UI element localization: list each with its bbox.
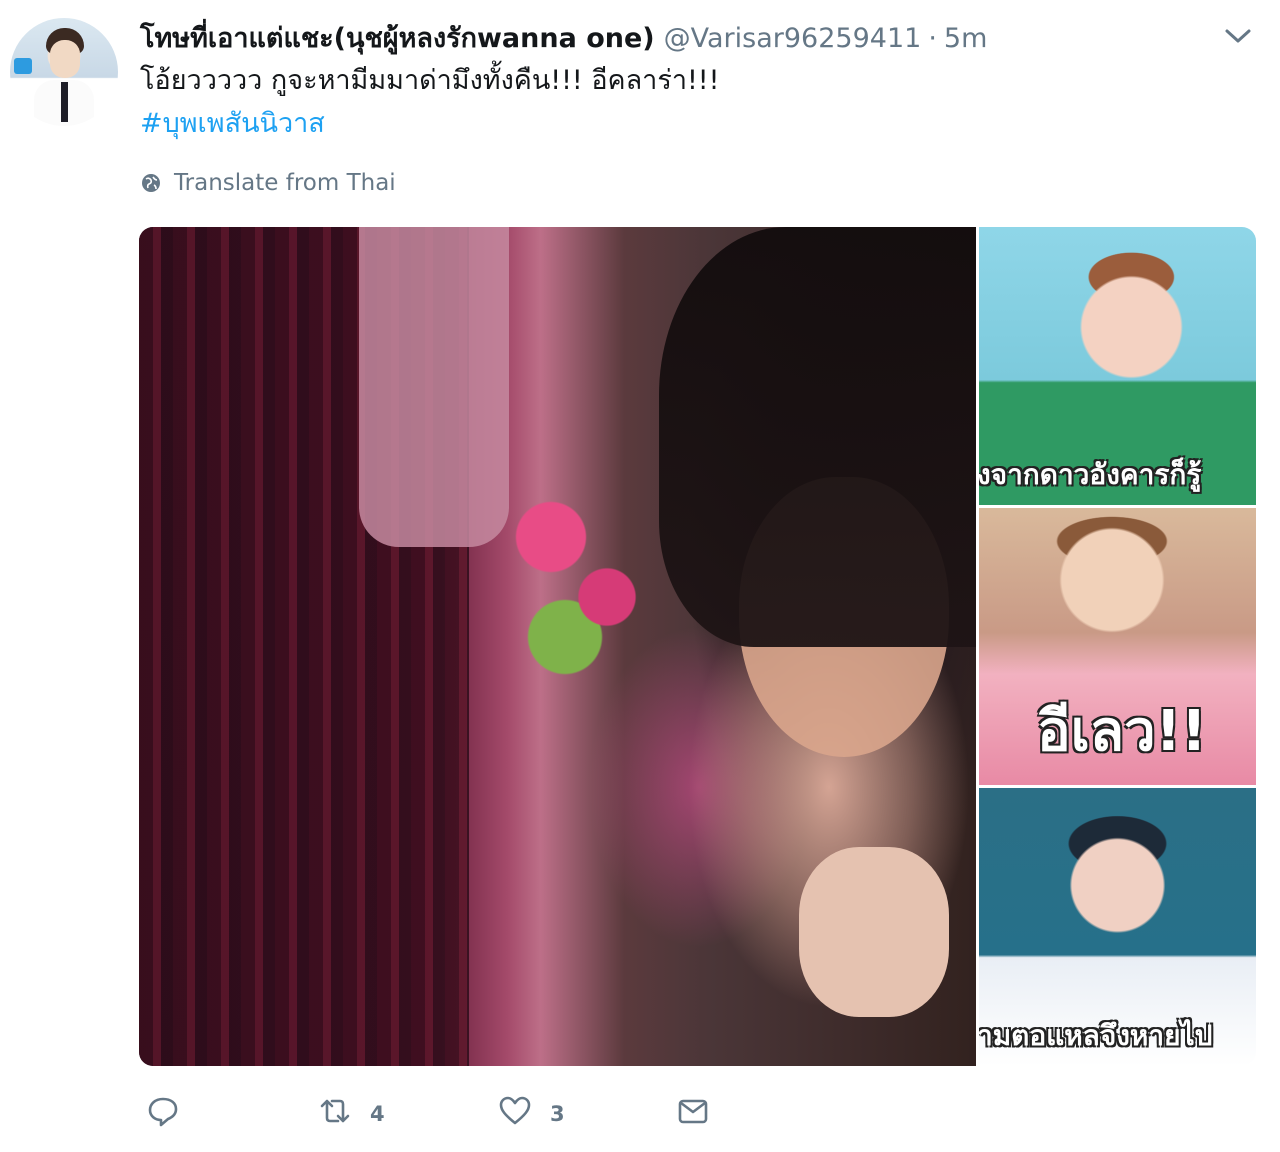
- avatar-face: [50, 40, 80, 78]
- reply-button[interactable]: [146, 1094, 198, 1133]
- tweet: โทษที่เอาแต่แชะ(นุชผู้หลงรักwanna one) @…: [0, 0, 1280, 1152]
- media-photo-side-1[interactable]: งจากดาวอังคารก็รู้: [979, 227, 1256, 505]
- reply-icon: [146, 1094, 180, 1133]
- avatar-tie: [61, 82, 68, 122]
- retweet-button[interactable]: 4: [318, 1094, 385, 1133]
- user-handle[interactable]: @Varisar96259411: [664, 23, 922, 54]
- retweet-count: 4: [370, 1101, 385, 1126]
- tweet-text: โอ้ยววววว กูจะหามีมมาด่ามึงทั้งคืน!!! อี…: [140, 65, 720, 96]
- media-photo-side-3[interactable]: ามตอแหลจึงหายไป: [979, 788, 1256, 1066]
- tweet-actions: 4 3: [146, 1094, 746, 1134]
- meme-caption: อีเลว!!: [1037, 699, 1207, 764]
- media-grid: งจากดาวอังคารก็รู้ อีเลว!! ามตอแหลจึงหาย…: [139, 227, 1256, 1066]
- like-count: 3: [550, 1101, 565, 1126]
- photo-flowers: [509, 477, 649, 677]
- header-separator: ·: [928, 23, 937, 54]
- tweet-header: โทษที่เอาแต่แชะ(นุชผู้หลงรักwanna one) @…: [140, 16, 987, 56]
- avatar[interactable]: [10, 18, 118, 126]
- heart-icon: [498, 1094, 532, 1133]
- hashtag-link[interactable]: #บุพเพสันนิวาส: [140, 104, 325, 144]
- globe-icon: [140, 172, 162, 194]
- photo-hair: [659, 227, 976, 647]
- meme-caption: ามตอแหลจึงหายไป: [979, 1019, 1213, 1052]
- photo-pink-garment: [359, 227, 509, 547]
- chevron-down-icon[interactable]: [1224, 26, 1252, 46]
- retweet-icon: [318, 1094, 352, 1133]
- translate-link[interactable]: Translate from Thai: [140, 170, 396, 196]
- like-button[interactable]: 3: [498, 1094, 565, 1133]
- avatar-background-badge: [14, 58, 32, 74]
- tweet-timestamp[interactable]: 5m: [944, 23, 987, 54]
- envelope-icon: [676, 1094, 710, 1133]
- translate-label: Translate from Thai: [174, 170, 396, 196]
- photo-hand: [799, 847, 949, 1017]
- media-photo-side-2[interactable]: อีเลว!!: [979, 508, 1256, 785]
- media-photo-main[interactable]: [139, 227, 976, 1066]
- direct-message-button[interactable]: [676, 1094, 710, 1133]
- display-name[interactable]: โทษที่เอาแต่แชะ(นุชผู้หลงรักwanna one): [140, 16, 655, 59]
- meme-caption: งจากดาวอังคารก็รู้: [979, 458, 1202, 491]
